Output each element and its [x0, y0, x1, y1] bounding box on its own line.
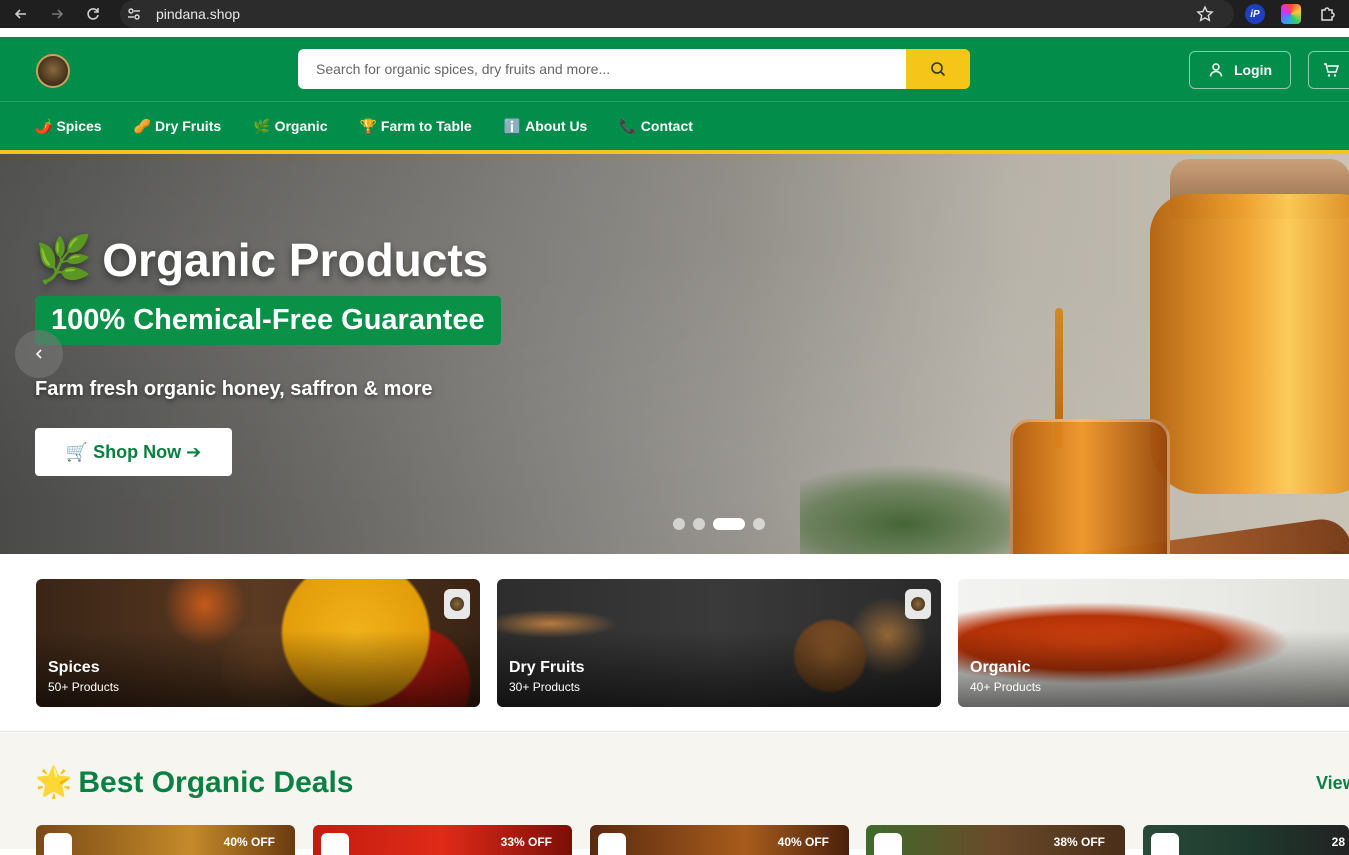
back-icon[interactable]	[9, 2, 33, 26]
nav-item-spices[interactable]: 🌶️ Spices	[35, 118, 102, 135]
category-count: 50+ Products	[48, 680, 120, 694]
nav-label: Dry Fruits	[155, 118, 222, 134]
discount-badge: 33% OFF	[500, 835, 552, 849]
discount-badge: 38% OFF	[1053, 835, 1105, 849]
search-input[interactable]	[298, 49, 906, 89]
category-count: 30+ Products	[509, 680, 581, 694]
site-settings-icon[interactable]	[120, 6, 148, 22]
category-card-organic[interactable]: Organic 40+ Products	[958, 579, 1349, 707]
deal-card[interactable]: 28	[1143, 825, 1349, 855]
carousel-dot[interactable]	[693, 518, 705, 530]
deal-card[interactable]: 33% OFF	[313, 825, 572, 855]
deal-card[interactable]: 40% OFF	[590, 825, 849, 855]
brand-badge-icon	[444, 589, 470, 619]
nav-item-about-us[interactable]: ℹ️ About Us	[504, 118, 588, 135]
address-bar[interactable]: pindana.shop	[120, 0, 1234, 28]
nav-label: Farm to Table	[380, 118, 472, 134]
brand-badge-icon	[1151, 833, 1179, 855]
carousel-dots	[673, 518, 765, 530]
nav-label: About Us	[525, 118, 588, 134]
carousel-dot[interactable]	[753, 518, 765, 530]
honey-jar-image	[1150, 194, 1349, 494]
search-bar	[298, 49, 970, 89]
hero-subtitle: Farm fresh organic honey, saffron & more	[35, 378, 433, 400]
chili-icon: 🌶️	[35, 117, 53, 134]
extension-ip-icon[interactable]: iP	[1245, 4, 1265, 24]
nav-item-organic[interactable]: 🌿 Organic	[253, 118, 327, 135]
category-name: Dry Fruits	[509, 659, 585, 676]
discount-badge: 40% OFF	[223, 835, 275, 849]
login-label: Login	[1233, 62, 1273, 78]
brand-badge-icon	[874, 833, 902, 855]
pindana-logo[interactable]	[36, 54, 70, 88]
chevron-left-icon	[35, 349, 42, 359]
view-all-link[interactable]: View	[1316, 773, 1349, 794]
nav-label: Spices	[56, 118, 102, 134]
extension-color-icon[interactable]	[1281, 4, 1301, 24]
hero-title: 🌿 Organic Products	[35, 232, 488, 287]
deal-card[interactable]: 38% OFF	[866, 825, 1125, 855]
reload-icon[interactable]	[81, 2, 105, 26]
search-icon	[931, 62, 946, 77]
browser-toolbar: pindana.shop iP	[0, 0, 1349, 28]
nav-label: Organic	[274, 118, 328, 134]
brand-badge-icon	[44, 833, 72, 855]
herb-icon: 🌿	[35, 233, 93, 285]
url-text[interactable]: pindana.shop	[156, 6, 240, 22]
extensions-puzzle-icon[interactable]	[1318, 4, 1338, 24]
hero-title-text: Organic Products	[102, 233, 489, 286]
category-name: Spices	[48, 659, 100, 676]
hero-carousel: 🌿 Organic Products 100% Chemical-Free Gu…	[0, 154, 1349, 554]
honey-glass-image	[1010, 419, 1170, 554]
nav-item-farm-to-table[interactable]: 🏆 Farm to Table	[359, 118, 471, 135]
deals-section: 🌟 Best Organic Deals View 40% OFF 33% OF…	[0, 733, 1349, 855]
nav-item-dry-fruits[interactable]: 🥜 Dry Fruits	[134, 118, 222, 135]
deals-title: 🌟 Best Organic Deals	[35, 765, 353, 800]
discount-badge: 28	[1331, 835, 1345, 849]
nav-item-contact[interactable]: 📞 Contact	[619, 118, 693, 135]
brand-badge-icon	[321, 833, 349, 855]
carousel-dot-active[interactable]	[713, 518, 745, 530]
trophy-icon: 🏆	[359, 117, 377, 134]
phone-icon: 📞	[619, 117, 637, 134]
deal-card[interactable]: 40% OFF	[36, 825, 295, 855]
login-button[interactable]: Login	[1189, 51, 1291, 89]
category-nav: 🌶️ Spices 🥜 Dry Fruits 🌿 Organic 🏆 Farm to T…	[0, 101, 1349, 150]
info-icon: ℹ️	[503, 117, 522, 134]
category-card-spices[interactable]: Spices 50+ Products	[36, 579, 480, 707]
sparkle-star-icon: 🌟	[35, 766, 73, 799]
herb-icon: 🌿	[253, 117, 271, 134]
carousel-prev-button[interactable]	[15, 330, 63, 378]
user-icon	[1209, 63, 1223, 77]
category-name: Organic	[970, 659, 1031, 676]
hero-guarantee-badge: 100% Chemical-Free Guarantee	[35, 296, 501, 345]
nav-label: Contact	[640, 118, 693, 134]
bookmark-star-icon[interactable]	[1196, 5, 1214, 28]
shop-now-button[interactable]: 🛒 Shop Now ➔	[35, 428, 232, 476]
brand-badge-icon	[905, 589, 931, 619]
carousel-dot[interactable]	[673, 518, 685, 530]
forward-icon[interactable]	[45, 2, 69, 26]
cart-icon	[1324, 63, 1339, 77]
brand-badge-icon	[598, 833, 626, 855]
discount-badge: 40% OFF	[777, 835, 829, 849]
peanut-icon: 🥜	[133, 117, 152, 134]
category-card-dry-fruits[interactable]: Dry Fruits 30+ Products	[497, 579, 941, 707]
category-cards: Spices 50+ Products Dry Fruits 30+ Produ…	[0, 554, 1349, 732]
search-button[interactable]	[906, 49, 970, 89]
cart-button[interactable]	[1308, 51, 1349, 89]
deals-title-text: Best Organic Deals	[78, 765, 354, 799]
site-header: Login	[0, 37, 1349, 101]
category-count: 40+ Products	[970, 680, 1042, 694]
